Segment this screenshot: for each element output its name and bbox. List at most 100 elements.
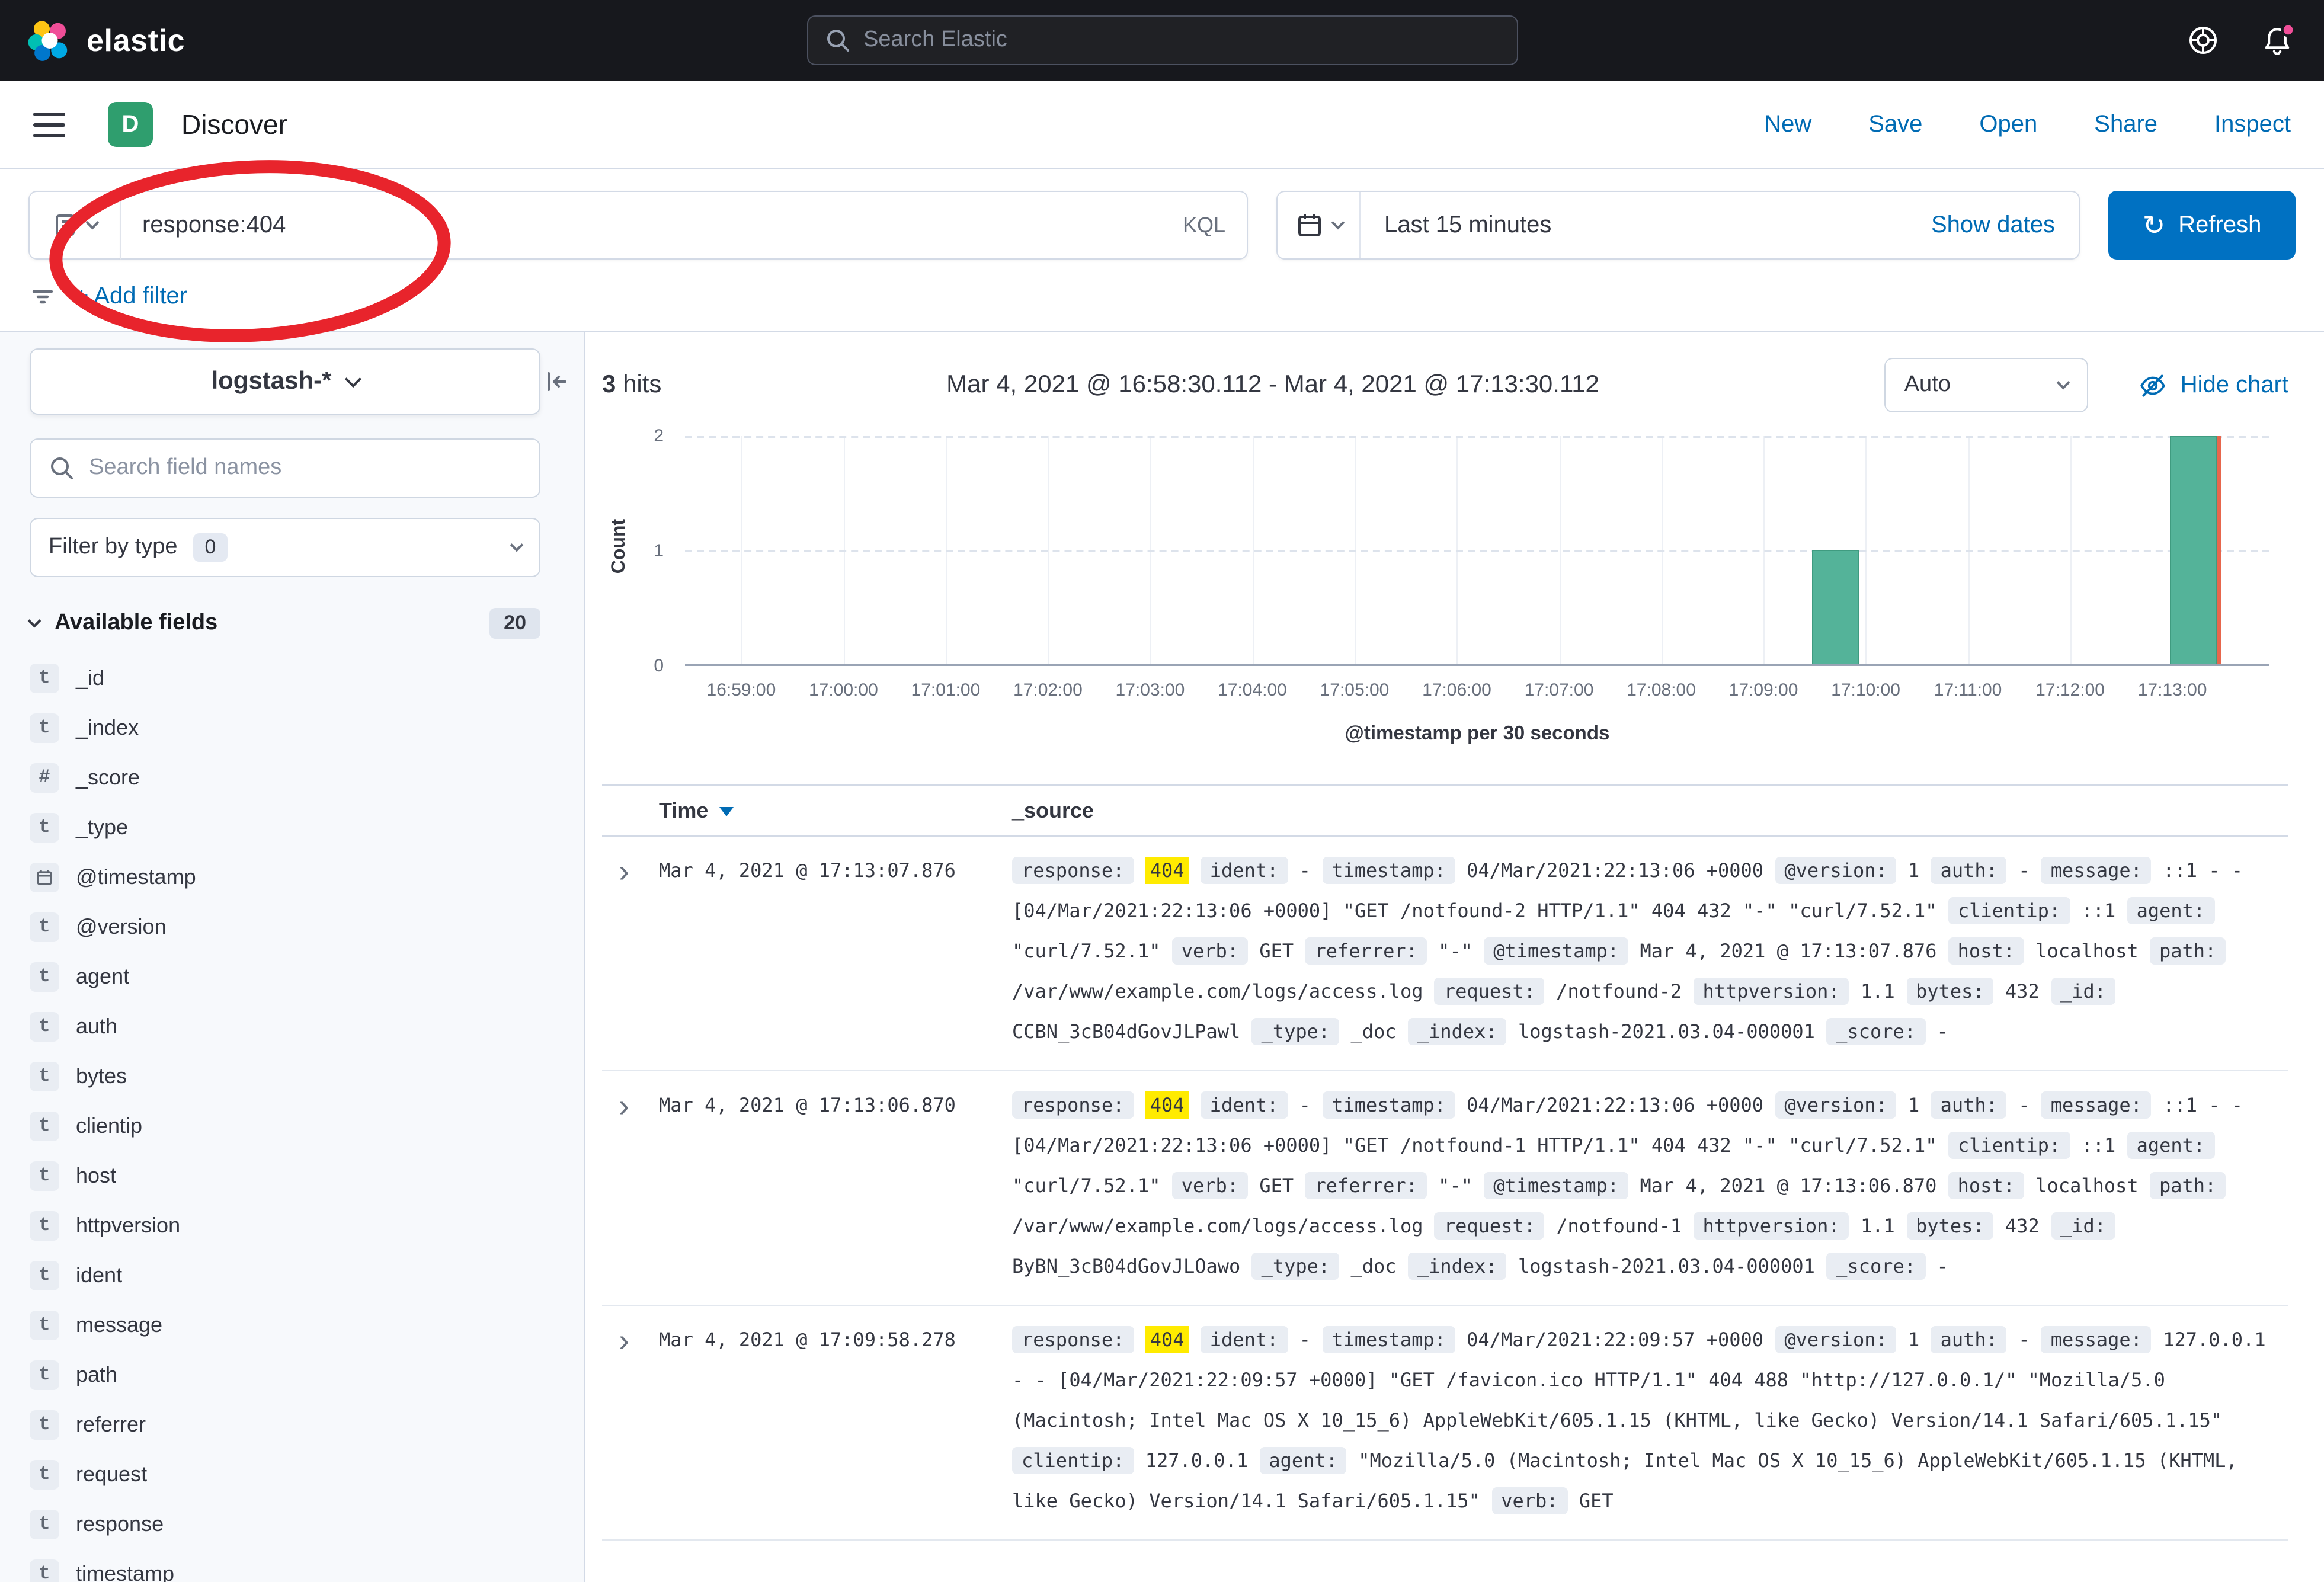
time-range-value[interactable]: Last 15 minutes [1384,212,1551,239]
field-search-input[interactable]: Search field names [30,438,540,498]
field-item-clientip[interactable]: tclientip [30,1101,570,1151]
nav-action-save[interactable]: Save [1868,111,1922,138]
field-type-icon-string: t [30,1161,59,1190]
field-name: _score [76,765,140,790]
query-language-button[interactable]: KQL [1183,213,1225,238]
elastic-logo[interactable]: elastic [28,19,185,62]
column-header-time[interactable]: Time [659,798,1012,823]
menu-button[interactable] [33,112,65,137]
field-type-icon-string: t [30,1011,59,1041]
field-name: _type [76,815,128,840]
alerts-bell-icon[interactable] [2259,22,2296,59]
nav-action-new[interactable]: New [1764,111,1811,138]
add-filter-button[interactable]: + Add filter [75,283,187,310]
field-item-response[interactable]: tresponse [30,1499,570,1549]
global-search-input[interactable]: Search Elastic [806,15,1518,65]
source-field-value: GET [1579,1490,1614,1512]
source-field-key: _score: [1826,1253,1925,1280]
h-gridline [685,550,2269,552]
chevron-down-icon [28,614,41,627]
source-field-value: 1 [1908,859,1919,882]
histogram-chart: Count 210 16:59:0017:00:0017:01:0017:02:… [602,431,2288,751]
field-item-ident[interactable]: tident [30,1250,570,1300]
interval-select[interactable]: Auto [1884,358,2088,412]
nav-action-open[interactable]: Open [1979,111,2037,138]
field-name: path [76,1362,117,1387]
query-input[interactable]: response:404 KQL [121,191,1248,260]
field-type-icon-string: t [30,1111,59,1141]
field-item-_id[interactable]: t_id [30,653,570,703]
plot-area [685,436,2269,666]
refresh-button[interactable]: ↻ Refresh [2108,191,2296,260]
field-item-httpversion[interactable]: thttpversion [30,1200,570,1250]
available-fields-toggle[interactable]: Available fields 20 [30,608,540,639]
field-item-message[interactable]: tmessage [30,1300,570,1350]
hide-chart-button[interactable]: Hide chart [2138,370,2288,400]
field-item-@timestamp[interactable]: @timestamp [30,852,570,902]
date-picker: Last 15 minutes Show dates [1276,191,2080,260]
table-row-2: ›Mar 4, 2021 @ 17:09:58.278response: 404… [602,1306,2288,1541]
histogram-bar-17:13:00[interactable] [2170,436,2217,664]
field-name: host [76,1163,116,1188]
date-picker-calendar-button[interactable] [1278,192,1361,258]
field-search-placeholder: Search field names [89,455,281,481]
app-navbar: D Discover NewSaveOpenShareInspect [0,81,2324,169]
histogram-bar-17:09:30[interactable] [1812,550,1859,664]
field-type-icon-string: t [30,812,59,842]
expand-row-button[interactable]: › [602,851,659,1052]
source-field-value: "-" [1438,1174,1472,1197]
filter-by-type-label: Filter by type [49,534,178,561]
source-field-key: timestamp: [1322,1091,1455,1119]
source-field-key: request: [1435,978,1545,1005]
field-item-agent[interactable]: tagent [30,952,570,1001]
chevron-down-icon [1331,216,1345,229]
source-field-value: ::1 [2082,899,2116,922]
table-row-1: ›Mar 4, 2021 @ 17:13:06.870response: 404… [602,1071,2288,1306]
field-item-@version[interactable]: t@version [30,902,570,952]
source-field-value: "curl/7.52.1" [1012,940,1160,962]
available-fields-label: Available fields [55,610,217,636]
field-name: _index [76,715,139,740]
source-field-value: - [1299,1094,1311,1116]
field-item-referrer[interactable]: treferrer [30,1400,570,1449]
collapse-sidebar-button[interactable] [539,364,575,399]
field-list: t_idt_index#_scoret_type@timestampt@vers… [30,653,570,1582]
filter-icon[interactable] [28,282,57,310]
index-pattern-select[interactable]: logstash-* [30,348,540,415]
filter-by-type-select[interactable]: Filter by type 0 [30,518,540,577]
field-item-timestamp[interactable]: ttimestamp [30,1549,570,1582]
source-field-value: GET [1259,940,1294,962]
field-type-icon-string: t [30,962,59,991]
field-item-bytes[interactable]: tbytes [30,1051,570,1101]
source-field-value: ByBN_3cB04dGovJLOawo [1012,1255,1240,1277]
field-item-_type[interactable]: t _type [30,802,570,852]
help-icon[interactable] [2185,23,2221,58]
show-dates-button[interactable]: Show dates [1931,212,2055,239]
nav-action-share[interactable]: Share [2094,111,2157,138]
source-field-key: timestamp: [1322,1326,1455,1353]
field-item-_index[interactable]: t _index [30,703,570,752]
hits-total: 3 hits [602,371,661,399]
field-item-_score[interactable]: #_score [30,752,570,802]
field-item-host[interactable]: thost [30,1151,570,1200]
source-field-value: Mar 4, 2021 @ 17:13:07.876 [1640,940,1936,962]
source-field-value: /notfound-2 [1556,980,1682,1003]
global-search-placeholder: Search Elastic [863,27,1007,53]
elastic-logo-icon [28,19,71,62]
source-field-key: path: [2150,1172,2226,1199]
field-item-auth[interactable]: tauth [30,1001,570,1051]
source-field-value: 432 [2005,980,2040,1003]
nav-action-inspect[interactable]: Inspect [2214,111,2291,138]
field-type-icon-string: t [30,713,59,742]
expand-row-button[interactable]: › [602,1085,659,1287]
expand-row-button[interactable]: › [602,1320,659,1522]
chevron-down-icon [510,538,524,552]
column-header-source: _source [1012,798,1094,823]
field-item-path[interactable]: tpath [30,1350,570,1400]
source-field-value: 1.1 [1861,980,1895,1003]
source-field-value: 04/Mar/2021:22:13:06 +0000 [1467,1094,1763,1116]
space-avatar[interactable]: D [108,102,153,147]
saved-query-menu-button[interactable] [28,191,121,260]
y-tick-label: 2 [654,426,664,446]
field-item-request[interactable]: trequest [30,1449,570,1499]
